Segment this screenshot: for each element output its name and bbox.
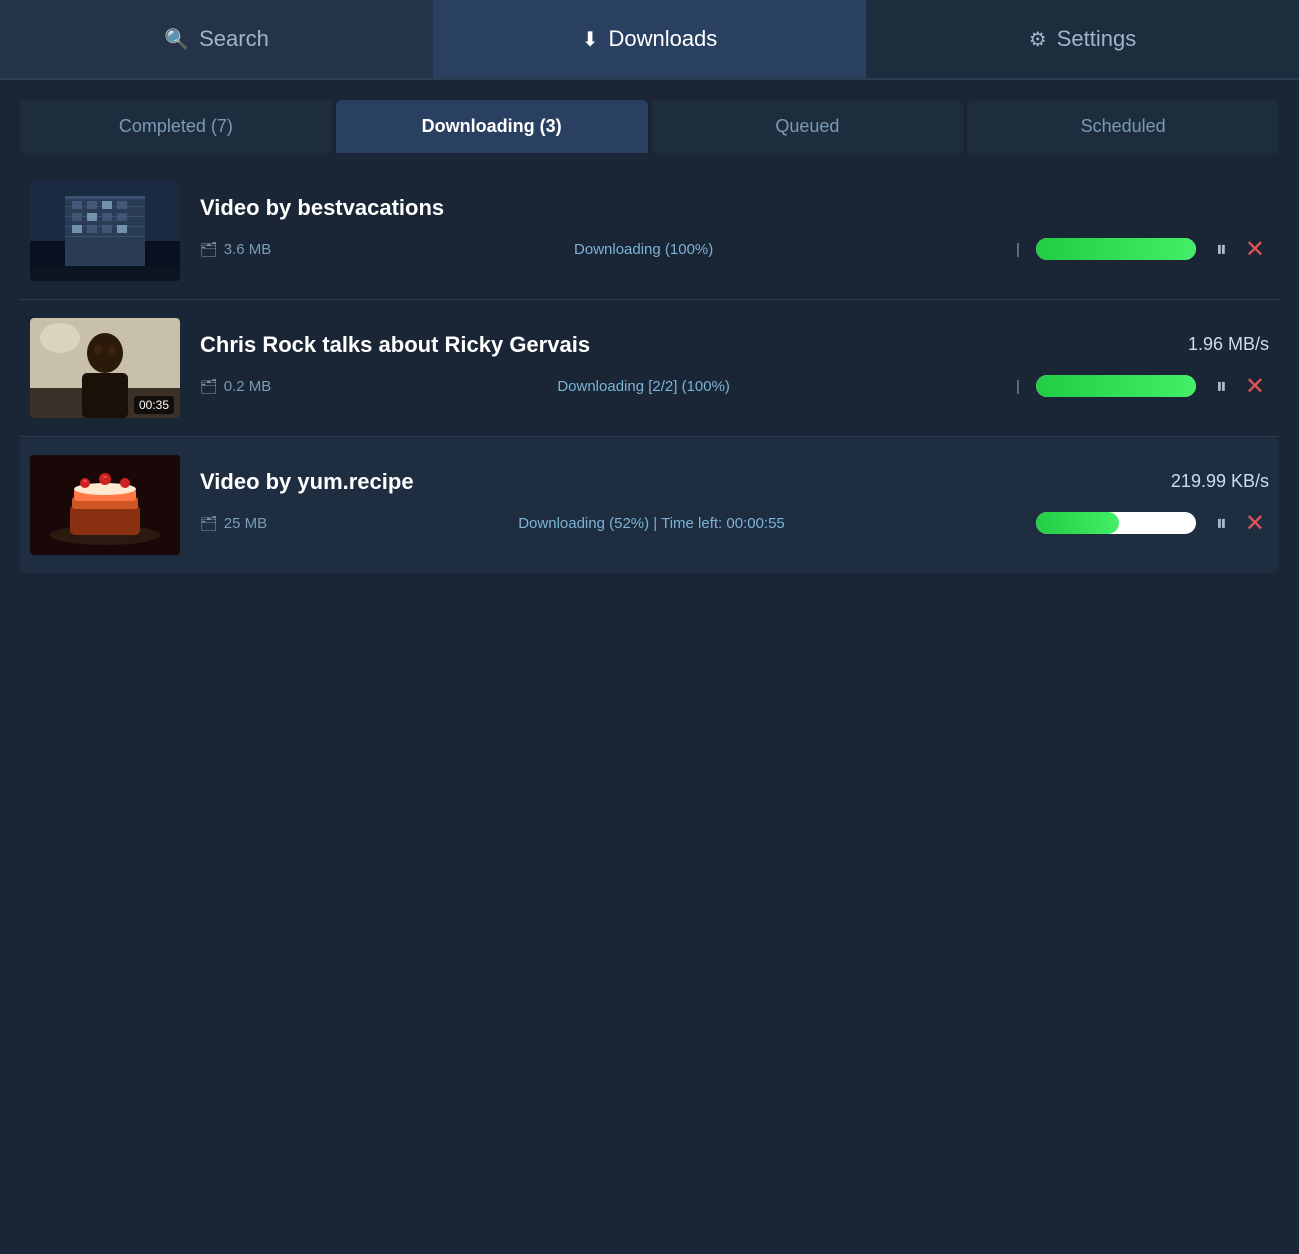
item-title-row-bestvacations: Video by bestvacations: [200, 195, 1269, 221]
item-speed-yumrecipe: 219.99 KB/s: [1171, 471, 1269, 492]
item-status-text-chrisrock: Downloading [2/2] (100%): [287, 378, 1000, 395]
progress-fill-bestvacations: [1036, 238, 1196, 260]
download-item-chrisrock: 00:35 Chris Rock talks about Ricky Gerva…: [20, 300, 1279, 437]
item-status-text-bestvacations: Downloading (100%): [287, 241, 1000, 258]
item-info-yumrecipe: Video by yum.recipe 219.99 KB/s 🗂 25 MB …: [200, 469, 1269, 542]
item-controls-yumrecipe: ⏸ ✕: [1212, 505, 1269, 542]
separator-time: |: [653, 515, 661, 532]
thumbnail-yumrecipe: [30, 455, 180, 555]
tab-downloading[interactable]: Downloading (3): [336, 100, 648, 153]
item-status-text-yumrecipe: Downloading (52%) | Time left: 00:00:55: [283, 515, 1020, 532]
pause-button-bestvacations[interactable]: ⏸: [1212, 232, 1231, 266]
tab-queued[interactable]: Queued: [652, 100, 964, 153]
item-controls-chrisrock: ⏸ ✕: [1212, 368, 1269, 405]
download-item-bestvacations: Video by bestvacations 🗂 3.6 MB Download…: [20, 163, 1279, 300]
folder-icon-3: 🗂: [200, 515, 218, 532]
nav-search-label: Search: [199, 26, 269, 52]
progress-fill-chrisrock: [1036, 375, 1196, 397]
settings-icon: ⚙: [1029, 27, 1047, 52]
tab-scheduled[interactable]: Scheduled: [967, 100, 1279, 153]
search-icon: 🔍: [164, 27, 189, 52]
item-title-bestvacations: Video by bestvacations: [200, 195, 444, 221]
separator-2: |: [1016, 378, 1020, 395]
download-icon: ⬇: [582, 27, 599, 52]
item-speed-chrisrock: 1.96 MB/s: [1188, 334, 1269, 355]
nav-settings-label: Settings: [1057, 26, 1137, 52]
item-status-row-bestvacations: 🗂 3.6 MB Downloading (100%) | ⏸ ✕: [200, 231, 1269, 268]
item-title-row-chrisrock: Chris Rock talks about Ricky Gervais 1.9…: [200, 332, 1269, 358]
duration-badge-chrisrock: 00:35: [134, 396, 174, 414]
cancel-button-bestvacations[interactable]: ✕: [1241, 231, 1269, 268]
pause-button-yumrecipe[interactable]: ⏸: [1212, 506, 1231, 540]
nav-downloads[interactable]: ⬇ Downloads: [433, 0, 866, 78]
item-size-yumrecipe: 🗂 25 MB: [200, 515, 267, 532]
top-navigation: 🔍 Search ⬇ Downloads ⚙ Settings: [0, 0, 1299, 80]
item-status-row-chrisrock: 🗂 0.2 MB Downloading [2/2] (100%) | ⏸ ✕: [200, 368, 1269, 405]
progress-bar-bestvacations: [1036, 238, 1196, 260]
item-info-bestvacations: Video by bestvacations 🗂 3.6 MB Download…: [200, 195, 1269, 268]
sub-tabs-bar: Completed (7) Downloading (3) Queued Sch…: [0, 80, 1299, 153]
nav-settings[interactable]: ⚙ Settings: [866, 0, 1299, 78]
folder-icon-2: 🗂: [200, 378, 218, 395]
item-title-chrisrock: Chris Rock talks about Ricky Gervais: [200, 332, 590, 358]
thumbnail-chrisrock: 00:35: [30, 318, 180, 418]
pause-button-chrisrock[interactable]: ⏸: [1212, 369, 1231, 403]
folder-icon: 🗂: [200, 241, 218, 258]
cancel-button-chrisrock[interactable]: ✕: [1241, 368, 1269, 405]
progress-bar-chrisrock: [1036, 375, 1196, 397]
item-status-row-yumrecipe: 🗂 25 MB Downloading (52%) | Time left: 0…: [200, 505, 1269, 542]
progress-fill-yumrecipe: [1036, 512, 1119, 534]
item-title-yumrecipe: Video by yum.recipe: [200, 469, 414, 495]
item-size-chrisrock: 🗂 0.2 MB: [200, 378, 271, 395]
nav-search[interactable]: 🔍 Search: [0, 0, 433, 78]
item-title-row-yumrecipe: Video by yum.recipe 219.99 KB/s: [200, 469, 1269, 495]
download-list: Video by bestvacations 🗂 3.6 MB Download…: [0, 153, 1299, 591]
nav-downloads-label: Downloads: [608, 26, 717, 52]
tab-completed[interactable]: Completed (7): [20, 100, 332, 153]
item-info-chrisrock: Chris Rock talks about Ricky Gervais 1.9…: [200, 332, 1269, 405]
thumbnail-bestvacations: [30, 181, 180, 281]
download-item-yumrecipe: Video by yum.recipe 219.99 KB/s 🗂 25 MB …: [20, 437, 1279, 573]
cancel-button-yumrecipe[interactable]: ✕: [1241, 505, 1269, 542]
item-size-bestvacations: 🗂 3.6 MB: [200, 241, 271, 258]
item-controls-bestvacations: ⏸ ✕: [1212, 231, 1269, 268]
separator-1: |: [1016, 241, 1020, 258]
progress-bar-yumrecipe: [1036, 512, 1196, 534]
